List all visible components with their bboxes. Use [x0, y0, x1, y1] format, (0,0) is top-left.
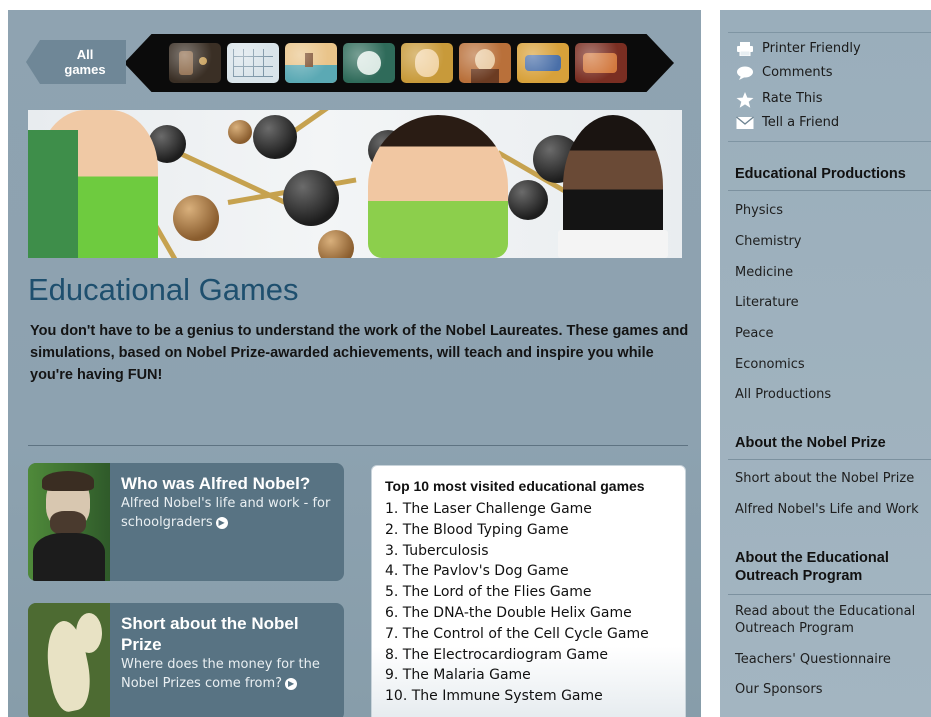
top10-item[interactable]: 8. The Electrocardiogram Game	[385, 645, 685, 666]
top10-item[interactable]: 4. The Pavlov's Dog Game	[385, 561, 685, 582]
printer-icon	[736, 41, 754, 56]
sidebar-link-physics[interactable]: Physics	[735, 203, 783, 218]
card-heading: Who was Alfred Nobel?	[121, 474, 311, 493]
divider	[28, 445, 688, 446]
arrow-right-icon[interactable]: ▶	[285, 677, 298, 690]
game-thumbnail-6[interactable]	[459, 43, 511, 83]
game-thumbnail-3[interactable]	[285, 43, 337, 83]
sidebar: Printer Friendly Comments Rate This Tell…	[720, 10, 931, 717]
hero-banner	[28, 110, 682, 258]
top10-item[interactable]: 3. Tuberculosis	[385, 541, 685, 562]
alfred-nobel-portrait	[28, 463, 110, 581]
top10-item[interactable]: 7. The Control of the Cell Cycle Game	[385, 624, 685, 645]
sidebar-link-all-productions[interactable]: All Productions	[735, 387, 831, 402]
arrow-right-icon[interactable]: ▶	[215, 516, 228, 529]
scandinavia-map	[28, 603, 110, 717]
intro-text: You don't have to be a genius to underst…	[30, 323, 689, 383]
tool-label: Comments	[762, 65, 833, 80]
main-panel: All games Educational Games You don't ha…	[8, 10, 701, 717]
game-thumbnail-7[interactable]	[517, 43, 569, 83]
page-title: Educational Games	[28, 272, 299, 307]
sidebar-link-sponsors[interactable]: Our Sponsors	[735, 682, 823, 697]
top10-item[interactable]: 10. The Immune System Game	[385, 686, 685, 707]
educational-outreach-heading: About the Educational Outreach Program	[735, 550, 889, 584]
comments-link[interactable]: Comments	[736, 65, 832, 80]
about-nobel-prize-heading: About the Nobel Prize	[735, 435, 886, 451]
game-thumbnail-5[interactable]	[401, 43, 453, 83]
sidebar-link-medicine[interactable]: Medicine	[735, 265, 793, 280]
card-heading: Short about the Nobel Prize	[121, 614, 299, 654]
game-thumbnail-8[interactable]	[575, 43, 627, 83]
sidebar-link-chemistry[interactable]: Chemistry	[735, 234, 802, 249]
tool-label: Rate This	[762, 91, 823, 106]
page-tools: Printer Friendly Comments Rate This Tell…	[728, 32, 931, 142]
top10-item[interactable]: 1. The Laser Challenge Game	[385, 499, 685, 520]
top10-box: Top 10 most visited educational games 1.…	[371, 465, 686, 717]
tool-label: Tell a Friend	[762, 115, 840, 130]
top10-list: 1. The Laser Challenge Game 2. The Blood…	[385, 499, 685, 707]
speech-bubble-icon	[736, 66, 754, 80]
top10-item[interactable]: 2. The Blood Typing Game	[385, 520, 685, 541]
top10-item[interactable]: 5. The Lord of the Flies Game	[385, 582, 685, 603]
all-games-label-line1: All	[76, 47, 94, 62]
star-icon	[736, 91, 754, 108]
tool-label: Printer Friendly	[762, 41, 861, 56]
sidebar-link-read-about[interactable]: Read about the Educational Outreach Prog…	[735, 603, 931, 637]
game-thumbnails	[169, 43, 627, 83]
games-strip: All games	[26, 34, 674, 92]
game-thumbnail-4[interactable]	[343, 43, 395, 83]
sidebar-link-questionnaire[interactable]: Teachers' Questionnaire	[735, 652, 891, 667]
envelope-icon	[736, 115, 754, 130]
nobel-prize-card[interactable]: Short about the Nobel Prize Where does t…	[28, 603, 344, 717]
sidebar-link-economics[interactable]: Economics	[735, 357, 805, 372]
sidebar-link-short-about[interactable]: Short about the Nobel Prize	[735, 471, 914, 486]
tell-a-friend-link[interactable]: Tell a Friend	[736, 115, 839, 130]
hero-person-center	[368, 115, 508, 258]
top10-heading: Top 10 most visited educational games	[385, 478, 645, 494]
game-thumbnail-2[interactable]	[227, 43, 279, 83]
top10-item[interactable]: 6. The DNA-the Double Helix Game	[385, 603, 685, 624]
top10-item[interactable]: 9. The Malaria Game	[385, 665, 685, 686]
game-thumbnail-1[interactable]	[169, 43, 221, 83]
educational-productions-heading: Educational Productions	[735, 166, 906, 182]
all-games-button[interactable]: All games	[26, 40, 126, 84]
printer-friendly-link[interactable]: Printer Friendly	[736, 41, 861, 56]
sidebar-link-literature[interactable]: Literature	[735, 295, 799, 310]
sidebar-link-peace[interactable]: Peace	[735, 326, 774, 341]
all-games-label-line2: games	[64, 62, 106, 77]
alfred-nobel-card[interactable]: Who was Alfred Nobel? Alfred Nobel's lif…	[28, 463, 344, 581]
sidebar-link-life-and-work[interactable]: Alfred Nobel's Life and Work	[735, 502, 919, 517]
rate-this-link[interactable]: Rate This	[736, 91, 823, 108]
